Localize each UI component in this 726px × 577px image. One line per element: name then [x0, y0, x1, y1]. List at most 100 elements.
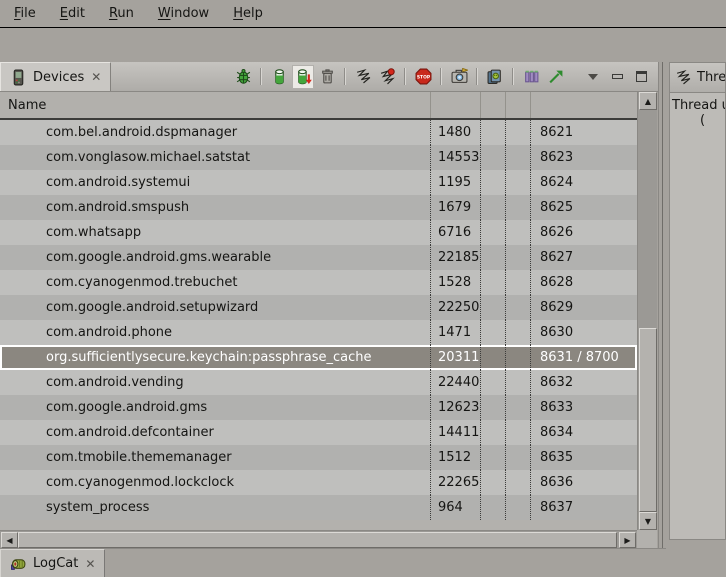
minimize-icon[interactable] [606, 65, 628, 89]
cell-port: 8623 [530, 145, 637, 170]
scroll-up-button[interactable]: ▲ [639, 92, 657, 110]
cell-name: com.android.systemui [0, 170, 430, 195]
menu-edit[interactable]: Edit [48, 1, 97, 26]
update-heap-icon[interactable] [268, 65, 290, 89]
scroll-down-button[interactable]: ▼ [639, 512, 657, 530]
table-row[interactable]: com.google.android.setupwizard222508629 [0, 295, 637, 320]
tab-devices-close-icon[interactable]: ✕ [90, 70, 101, 84]
table-row-selected[interactable]: org.sufficientlysecure.keychain:passphra… [0, 345, 637, 370]
scroll-right-button[interactable]: ▶ [619, 532, 636, 548]
cell-c1 [480, 245, 505, 270]
cell-port: 8626 [530, 220, 637, 245]
menu-file[interactable]: File [2, 1, 48, 26]
cell-name: com.vonglasow.michael.satstat [0, 145, 430, 170]
table-row[interactable]: system_process9648637 [0, 495, 637, 520]
column-header-name[interactable]: Name [0, 92, 430, 118]
toolbar-separator [404, 68, 406, 85]
profile-threads-icon[interactable] [376, 65, 398, 89]
cause-gc-icon[interactable] [316, 65, 338, 89]
systrace-icon[interactable] [520, 65, 542, 89]
menu-help[interactable]: Help [221, 1, 275, 26]
table-row[interactable]: com.google.android.gms.wearable221858627 [0, 245, 637, 270]
update-threads-icon[interactable] [352, 65, 374, 89]
toolbar-separator [260, 68, 262, 85]
table-row[interactable]: com.android.phone14718630 [0, 320, 637, 345]
tab-logcat[interactable]: LogCat ✕ [0, 549, 105, 577]
table-row[interactable]: com.android.smspush16798625 [0, 195, 637, 220]
cell-c2 [505, 220, 530, 245]
cell-pid: 1679 [430, 195, 480, 220]
cell-port: 8636 [530, 470, 637, 495]
threads-glyph [355, 68, 372, 85]
threads-red-dot-glyph [379, 68, 396, 85]
table-row[interactable]: com.android.systemui11958624 [0, 170, 637, 195]
ui-hierarchy-icon[interactable] [484, 65, 506, 89]
cell-port: 8635 [530, 445, 637, 470]
cell-port: 8624 [530, 170, 637, 195]
table-row[interactable]: com.cyanogenmod.lockclock222658636 [0, 470, 637, 495]
table-row[interactable]: com.android.vending224408632 [0, 370, 637, 395]
cell-c2 [505, 170, 530, 195]
cell-c1 [480, 420, 505, 445]
camera-glyph [451, 68, 468, 85]
scroll-left-button[interactable]: ◀ [1, 532, 18, 548]
column-header-pid[interactable] [430, 92, 480, 118]
cell-c2 [505, 195, 530, 220]
table-row[interactable]: com.whatsapp67168626 [0, 220, 637, 245]
tab-logcat-close-icon[interactable]: ✕ [84, 557, 95, 571]
cell-pid: 22265 [430, 470, 480, 495]
cell-pid: 22440 [430, 370, 480, 395]
cell-c1 [480, 345, 505, 370]
cell-c1 [480, 495, 505, 520]
tab-threads-label[interactable]: Threads [697, 70, 725, 85]
table-row[interactable]: com.google.android.gms126238633 [0, 395, 637, 420]
method-profiling-icon[interactable] [544, 65, 566, 89]
cell-c1 [480, 270, 505, 295]
cell-pid: 12623 [430, 395, 480, 420]
table-row[interactable]: com.tmobile.thememanager15128635 [0, 445, 637, 470]
table-vertical-scrollbar[interactable]: ▲ ▼ [637, 92, 657, 530]
cell-pid: 14411 [430, 420, 480, 445]
cell-c2 [505, 395, 530, 420]
horizontal-scrollbar-thumb[interactable] [18, 532, 617, 548]
heap-dump-glyph [295, 68, 312, 85]
cell-c2 [505, 370, 530, 395]
cell-port: 8627 [530, 245, 637, 270]
threads-icon [675, 69, 692, 86]
cell-c2 [505, 320, 530, 345]
table-row[interactable]: com.cyanogenmod.trebuchet15288628 [0, 270, 637, 295]
table-row[interactable]: com.vonglasow.michael.satstat145538623 [0, 145, 637, 170]
menu-window[interactable]: Window [146, 1, 221, 26]
dump-hprof-icon[interactable] [292, 65, 314, 89]
table-horizontal-scrollbar[interactable]: ◀ ▶ [0, 530, 637, 548]
table-row[interactable]: com.bel.android.dspmanager14808621 [0, 120, 637, 145]
cell-pid: 20311 [430, 345, 480, 370]
table-row[interactable]: com.android.defcontainer144118634 [0, 420, 637, 445]
cell-pid: 1480 [430, 120, 480, 145]
column-header-port[interactable] [530, 92, 637, 118]
tab-devices[interactable]: Devices ✕ [0, 62, 111, 91]
column-header-blank1[interactable] [480, 92, 505, 118]
threads-panel: Threads Thread up ( [669, 62, 726, 540]
cell-port: 8630 [530, 320, 637, 345]
cell-c2 [505, 495, 530, 520]
menu-run[interactable]: Run [97, 1, 146, 26]
panel-sash[interactable] [662, 62, 663, 548]
cell-pid: 1471 [430, 320, 480, 345]
scrollbar-corner [637, 530, 657, 548]
column-header-blank2[interactable] [505, 92, 530, 118]
trace-bars-glyph [523, 68, 540, 85]
cell-pid: 964 [430, 495, 480, 520]
screen-capture-icon[interactable] [448, 65, 470, 89]
logcat-bar: LogCat ✕ [0, 548, 666, 577]
cell-c2 [505, 445, 530, 470]
debug-icon[interactable] [232, 65, 254, 89]
toolbar-separator [440, 68, 442, 85]
cell-c2 [505, 295, 530, 320]
view-menu-icon[interactable] [582, 65, 604, 89]
toolbar-separator [344, 68, 346, 85]
stop-process-icon[interactable]: STOP [412, 65, 434, 89]
trash-glyph [319, 68, 336, 85]
vertical-scrollbar-thumb[interactable] [639, 328, 657, 512]
maximize-icon[interactable] [630, 65, 652, 89]
